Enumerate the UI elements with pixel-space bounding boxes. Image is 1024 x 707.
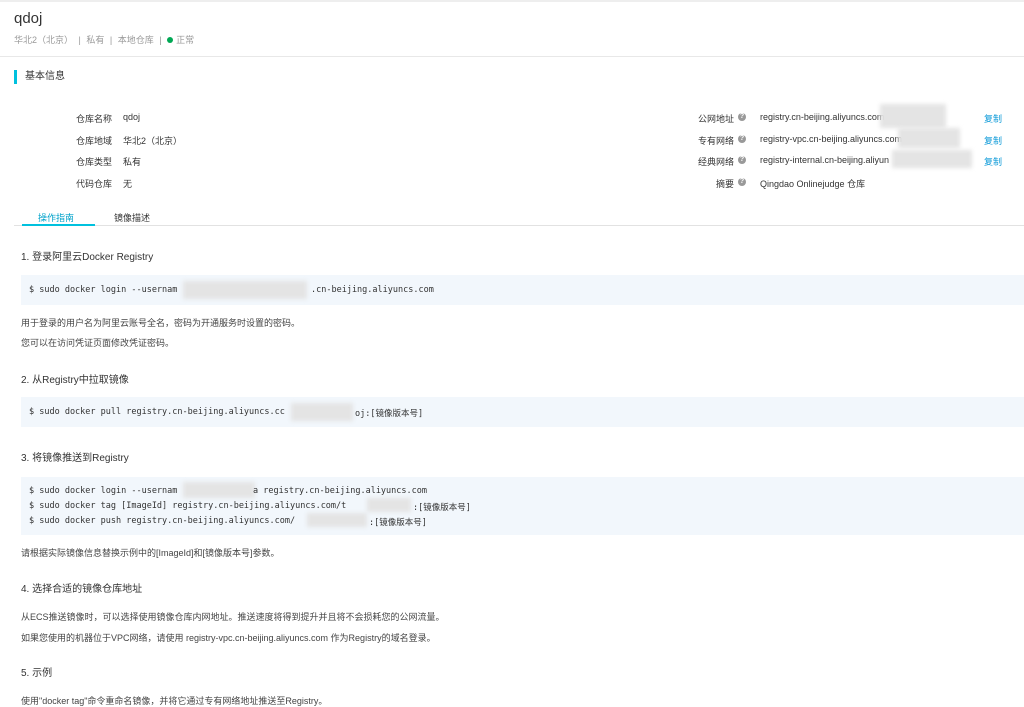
info-value: 无 (123, 179, 133, 189)
redaction-mask (291, 403, 353, 421)
step-1-note: 您可以在访问凭证页面修改凭证密码。 (21, 338, 175, 348)
info-value: 私有 (123, 157, 142, 167)
info-label: 代码仓库 (75, 179, 112, 189)
repo-region: 华北2（北京） (14, 35, 74, 45)
code-block-login[interactable]: $ sudo docker login --usernam .cn-beijin… (21, 275, 1024, 305)
info-value: registry-vpc.cn-beijing.aliyuncs.com (760, 134, 903, 144)
section-title: 基本信息 (14, 70, 65, 84)
status-dot-icon (167, 37, 174, 43)
code-line: :[镜像版本号] (413, 503, 471, 513)
info-label: 仓库类型 (75, 157, 112, 167)
repo-title: qdoj (14, 10, 43, 27)
help-icon[interactable]: ? (738, 156, 746, 164)
code-line: $ sudo docker login --usernam (29, 285, 178, 295)
step-5-title: 5. 示例 (21, 668, 53, 679)
redaction-mask (183, 281, 307, 299)
info-value: registry-internal.cn-beijing.aliyun (760, 155, 890, 165)
info-label: 专有网络 (697, 136, 734, 146)
info-value: registry.cn-beijing.aliyuncs.com (760, 112, 885, 122)
info-label: 仓库名称 (75, 114, 112, 124)
code-line: oj:[镜像版本号] (355, 409, 424, 419)
redaction-mask (367, 498, 411, 512)
tabs-divider (14, 225, 1024, 226)
meta-separator: | (109, 35, 113, 45)
step-3-note: 请根据实际镜像信息替换示例中的[ImageId]和[镜像版本号]参数。 (21, 548, 280, 558)
code-line: $ sudo docker pull registry.cn-beijing.a… (29, 407, 285, 417)
redaction-mask (892, 150, 972, 168)
code-block-push[interactable]: $ sudo docker login --usernam a registry… (21, 477, 1024, 535)
help-icon[interactable]: ? (738, 113, 746, 121)
step-1-note: 用于登录的用户名为阿里云账号全名，密码为开通服务时设置的密码。 (21, 318, 301, 328)
code-line: $ sudo docker login --usernam (29, 486, 178, 496)
header-divider (0, 56, 1024, 57)
info-label: 公网地址 (697, 114, 734, 124)
step-2-title: 2. 从Registry中拉取镜像 (21, 375, 129, 386)
meta-separator: | (78, 35, 81, 45)
step-1-title: 1. 登录阿里云Docker Registry (21, 252, 154, 263)
help-icon[interactable]: ? (738, 135, 746, 143)
meta-separator: | (159, 35, 162, 45)
info-label: 经典网络 (697, 157, 734, 167)
step-5-note: 使用"docker tag"命令重命名镜像，并将它通过专有网络地址推送至Regi… (21, 696, 328, 706)
redaction-mask (898, 128, 960, 148)
redaction-mask (880, 104, 946, 128)
status-badge: 正常 (176, 35, 195, 45)
info-value: Qingdao Onlinejudge 仓库 (760, 179, 866, 189)
code-line: $ sudo docker tag [ImageId] registry.cn-… (29, 501, 347, 511)
info-label: 摘要 (715, 179, 734, 189)
step-3-title: 3. 将镜像推送到Registry (21, 453, 129, 464)
info-value: 华北2（北京） (123, 136, 183, 146)
top-divider (0, 0, 1024, 2)
code-block-pull[interactable]: $ sudo docker pull registry.cn-beijing.a… (21, 397, 1024, 427)
redaction-mask (307, 513, 367, 527)
tab-image-description[interactable]: 镜像描述 (114, 211, 150, 224)
info-value: qdoj (123, 112, 141, 122)
info-label: 仓库地域 (75, 136, 112, 146)
help-icon[interactable]: ? (738, 178, 746, 186)
code-line: a registry.cn-beijing.aliyuncs.com (253, 486, 427, 496)
step-4-note: 如果您使用的机器位于VPC网络，请使用 registry-vpc.cn-beij… (21, 633, 436, 643)
code-line: :[镜像版本号] (369, 518, 427, 528)
code-line: $ sudo docker push registry.cn-beijing.a… (29, 516, 296, 526)
repo-kind: 本地仓库 (117, 35, 154, 45)
code-line: .cn-beijing.aliyuncs.com (311, 285, 434, 295)
step-4-title: 4. 选择合适的镜像仓库地址 (21, 584, 143, 595)
active-tab-indicator (22, 224, 95, 226)
copy-vpc-address-button[interactable]: 复制 (984, 134, 1002, 147)
repo-visibility: 私有 (86, 35, 105, 45)
step-4-note: 从ECS推送镜像时，可以选择使用镜像仓库内网地址。推送速度将得到提升并且将不会损… (21, 612, 445, 622)
copy-classic-address-button[interactable]: 复制 (984, 155, 1002, 168)
copy-public-address-button[interactable]: 复制 (984, 112, 1002, 125)
repo-meta: 华北2（北京） | 私有 | 本地仓库 | 正常 (14, 33, 194, 46)
tab-guide[interactable]: 操作指南 (38, 211, 74, 224)
redaction-mask (183, 482, 255, 498)
